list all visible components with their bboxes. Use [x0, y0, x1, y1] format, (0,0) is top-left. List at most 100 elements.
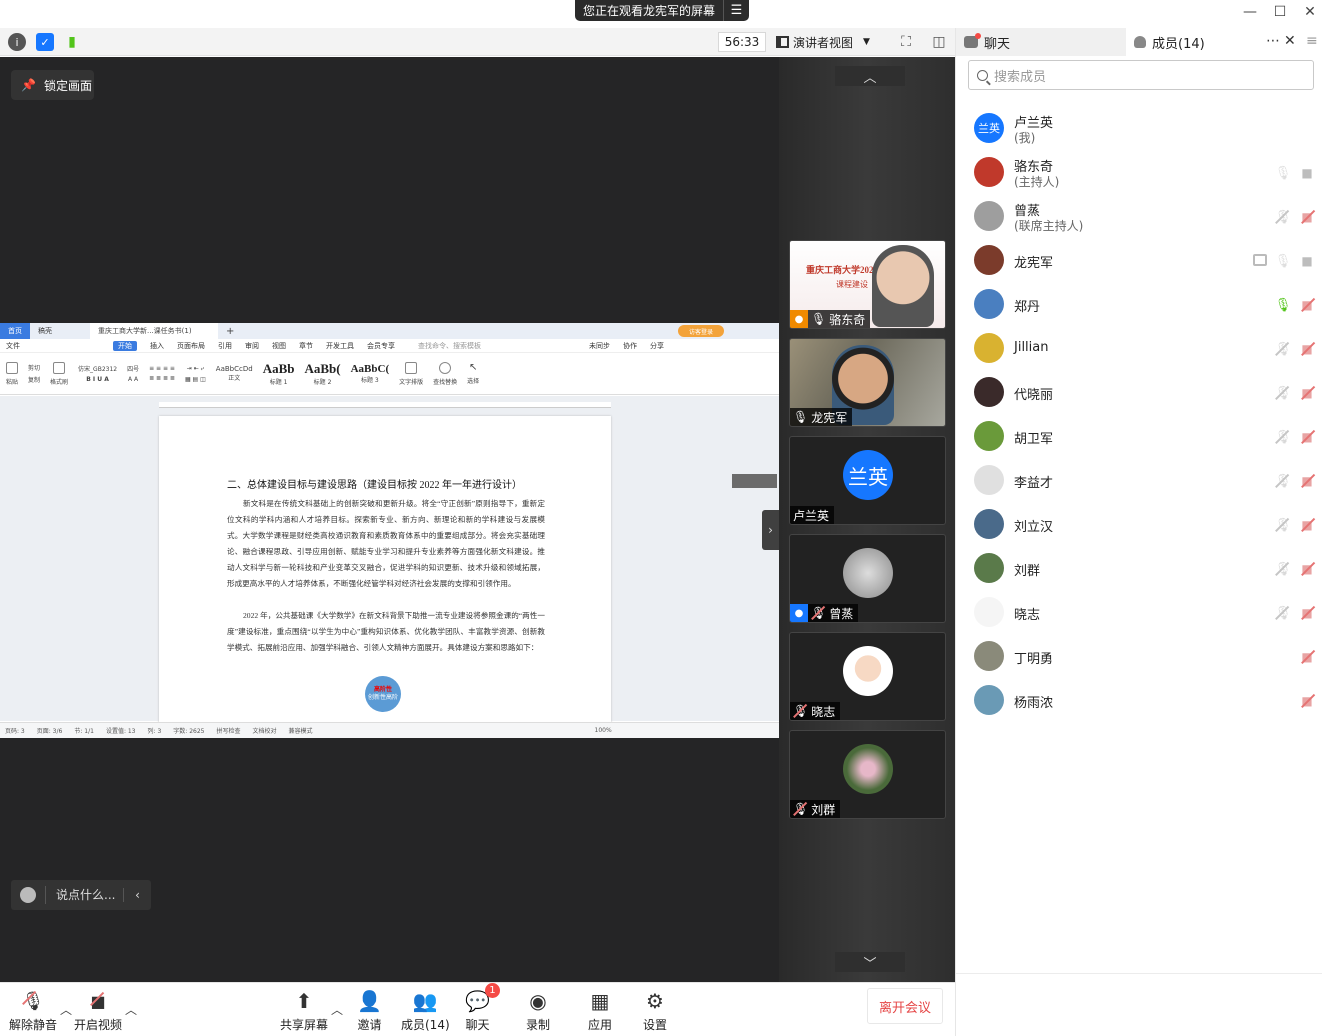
doc-menu-devtools[interactable]: 开发工具 [326, 341, 354, 351]
video-scroll-down-button[interactable]: ﹀ [835, 952, 905, 972]
mic-icon[interactable]: 🎙 [1275, 254, 1292, 269]
fullscreen-icon[interactable]: ⛶ [897, 33, 915, 51]
video-tile-host[interactable]: 重庆工商大学2022 课程建设 ● 🎙 骆东奇 [789, 240, 946, 329]
member-row[interactable]: 丁明勇 ■ [956, 635, 1322, 679]
doc-menu-review[interactable]: 审阅 [245, 341, 259, 351]
doc-menu-member[interactable]: 会员专享 [367, 341, 395, 351]
close-icon[interactable]: ✕ [1299, 3, 1321, 21]
style-normal[interactable]: AaBbCcDd 正文 [216, 365, 253, 382]
format-painter-tool[interactable]: 格式刷 [50, 361, 68, 386]
shield-icon[interactable]: ✓ [36, 33, 54, 51]
camera-off-icon[interactable]: ■ [1299, 386, 1315, 400]
style-heading1[interactable]: AaBb 标题 1 [263, 361, 295, 386]
chat-button[interactable]: 💬 1 聊天 [465, 983, 500, 1033]
layout-icon[interactable]: ◫ [930, 33, 948, 51]
members-button[interactable]: 👥 成员(14) [401, 989, 450, 1033]
camera-off-icon[interactable]: ■ [1299, 474, 1315, 488]
doc-menu-reference[interactable]: 引用 [218, 341, 232, 351]
quick-chat-input[interactable]: 说点什么... ‹ [11, 880, 151, 910]
leave-meeting-button[interactable]: 离开会议 [867, 988, 943, 1024]
doc-tab-draft[interactable]: 稿壳 [30, 323, 90, 339]
member-row[interactable]: 胡卫军 🎙 ■ [956, 415, 1322, 459]
status-spellcheck[interactable]: 拼写检查 [216, 726, 240, 735]
more-icon[interactable]: ⋯ [1266, 33, 1280, 49]
member-row[interactable]: 郑丹 🎙 ■ [956, 283, 1322, 327]
minimize-icon[interactable]: — [1239, 3, 1261, 21]
mic-muted-icon[interactable]: 🎙 [1275, 562, 1292, 577]
member-row[interactable]: Jillian 🎙 ■ [956, 327, 1322, 371]
paste-tool[interactable]: 粘贴 [6, 361, 18, 386]
info-icon[interactable]: i [8, 33, 26, 51]
member-row[interactable]: 骆东奇 (主持人) 🎙 ■ [956, 151, 1322, 195]
font-size-selector[interactable]: 四号 A A [127, 364, 139, 383]
camera-off-icon[interactable]: ■ [1299, 518, 1315, 532]
doc-share[interactable]: 分享 [650, 341, 664, 351]
stage-scroll-handle[interactable] [732, 474, 777, 488]
video-tile-cohost[interactable]: ● 🎙 曾蒸 [789, 534, 946, 623]
more-paragraph-tools[interactable]: ⇥ ⇤ ⤶ ▦ ▤ ◫ [185, 365, 206, 383]
camera-off-icon[interactable]: ■ [1299, 342, 1315, 356]
chevron-up-icon[interactable]: ︿ [125, 1001, 137, 1018]
member-row[interactable]: 曾蒸 (联席主持人) 🎙 ■ [956, 195, 1322, 239]
text-layout-tool[interactable]: 文字排版 [399, 361, 423, 386]
member-row[interactable]: 刘立汉 🎙 ■ [956, 503, 1322, 547]
video-tile-participant[interactable]: 🎙 晓志 [789, 632, 946, 721]
close-icon[interactable]: ✕ [1284, 33, 1296, 49]
member-row[interactable]: 兰英 卢兰英 (我) [956, 107, 1322, 151]
doc-tab-home[interactable]: 首页 [0, 323, 30, 339]
status-zoom[interactable]: 100% [595, 727, 612, 734]
video-tile-participant[interactable]: 🎙 刘群 [789, 730, 946, 819]
list-icon[interactable]: ☰ [723, 0, 749, 21]
doc-menu-view[interactable]: 视图 [272, 341, 286, 351]
doc-menu-file[interactable]: 文件 [6, 341, 20, 351]
select-tool[interactable]: ↖ 选择 [467, 362, 479, 385]
style-heading2[interactable]: AaBb(标题 2 [304, 361, 340, 386]
unmute-button[interactable]: 🎙 解除静音 [9, 989, 57, 1033]
tab-chat[interactable]: 聊天 [956, 28, 1126, 56]
camera-off-icon[interactable]: ■ [1299, 694, 1315, 708]
style-heading3[interactable]: AaBbC(标题 3 [351, 363, 390, 384]
member-row[interactable]: 龙宪军 🎙 ■ [956, 239, 1322, 283]
signal-icon[interactable]: ▮ [63, 33, 81, 51]
paragraph-tools[interactable]: ≡ ≡ ≡ ≡ ≣ ≣ ≣ ≣ [149, 365, 175, 382]
maximize-icon[interactable]: ☐ [1269, 3, 1291, 21]
video-tile-self[interactable]: 兰英 卢兰英 [789, 436, 946, 525]
doc-sync-status[interactable]: 未同步 [589, 341, 610, 351]
member-row[interactable]: 晓志 🎙 ■ [956, 591, 1322, 635]
mic-muted-icon[interactable]: 🎙 [1275, 474, 1292, 489]
chevron-left-icon[interactable]: ‹ [123, 888, 151, 902]
mic-icon[interactable]: 🎙 [1275, 298, 1292, 313]
camera-off-icon[interactable]: ■ [1299, 430, 1315, 444]
cut-tool[interactable]: 剪切 复制 [28, 363, 40, 384]
doc-tab-file[interactable]: 重庆工商大学新...课任务书(1) [90, 323, 218, 339]
doc-login-button[interactable]: 访客登录 [678, 325, 724, 337]
member-row[interactable]: 代晓丽 🎙 ■ [956, 371, 1322, 415]
mic-muted-icon[interactable]: 🎙 [1275, 518, 1292, 533]
camera-off-icon[interactable]: ■ [1299, 562, 1315, 576]
camera-off-icon[interactable]: ■ [1299, 606, 1315, 620]
emoji-icon[interactable] [11, 880, 45, 910]
member-row[interactable]: 刘群 🎙 ■ [956, 547, 1322, 591]
speaker-view-button[interactable]: 演讲者视图 ▼ [776, 32, 884, 52]
doc-menu-layout[interactable]: 页面布局 [177, 341, 205, 351]
new-tab-icon[interactable]: + [226, 326, 234, 337]
member-row[interactable]: 杨雨浓 ■ [956, 679, 1322, 723]
camera-off-icon[interactable]: ■ [1299, 650, 1315, 664]
mic-icon[interactable]: 🎙 [1275, 166, 1292, 181]
status-proofread[interactable]: 文档校对 [252, 726, 276, 735]
share-screen-button[interactable]: ⬆ 共享屏幕 [280, 989, 328, 1033]
record-button[interactable]: ◉ 录制 [526, 989, 550, 1033]
settings-button[interactable]: ⚙ 设置 [643, 989, 667, 1033]
mic-muted-icon[interactable]: 🎙 [1275, 430, 1292, 445]
doc-menu-home[interactable]: 开始 [113, 340, 137, 351]
camera-off-icon[interactable]: ■ [1299, 298, 1315, 312]
camera-off-icon[interactable]: ■ [1299, 210, 1315, 224]
font-selector[interactable]: 仿宋_GB2312 B I U A [78, 364, 117, 383]
lock-view-button[interactable]: 📌 锁定画面 [11, 70, 94, 100]
panel-menu-icon[interactable]: ≡ [1306, 33, 1318, 49]
chevron-up-icon[interactable]: ︿ [331, 1001, 343, 1018]
doc-collaborate[interactable]: 协作 [623, 341, 637, 351]
member-row[interactable]: 李益才 🎙 ■ [956, 459, 1322, 503]
mic-muted-icon[interactable]: 🎙 [1275, 342, 1292, 357]
mic-muted-icon[interactable]: 🎙 [1275, 606, 1292, 621]
